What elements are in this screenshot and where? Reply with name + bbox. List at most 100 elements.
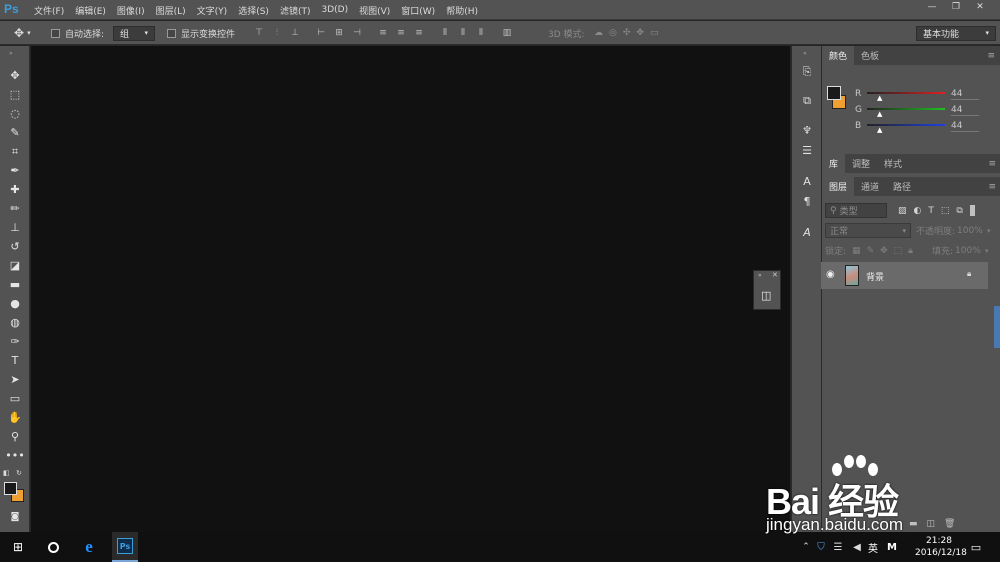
more-tools-icon[interactable]: ••• bbox=[5, 447, 25, 464]
menu-file[interactable]: 文件(F) bbox=[34, 4, 64, 17]
fill-value[interactable]: 100% bbox=[955, 246, 985, 256]
align-top-icon[interactable]: ⊤ bbox=[253, 27, 265, 39]
edge-browser-icon[interactable]: e bbox=[78, 532, 100, 562]
lock-pixels-icon[interactable]: ✎ bbox=[867, 246, 875, 256]
distribute-right-icon[interactable]: ⦀ bbox=[475, 27, 487, 39]
show-hidden-icons-icon[interactable]: ⌃ bbox=[800, 532, 812, 562]
align-right-icon[interactable]: ⊣ bbox=[351, 27, 363, 39]
document-workspace[interactable] bbox=[31, 46, 790, 532]
close-button[interactable]: ✕ bbox=[970, 0, 990, 14]
swap-colors-icon[interactable]: ↻ bbox=[16, 469, 22, 477]
distribute-hcenter-icon[interactable]: ⦀ bbox=[457, 27, 469, 39]
3d-slide-icon[interactable]: ✥ bbox=[636, 28, 644, 38]
distribute-left-icon[interactable]: ⦀ bbox=[439, 27, 451, 39]
align-left-icon[interactable]: ⊢ bbox=[315, 27, 327, 39]
3d-rotate-icon[interactable]: ☁ bbox=[594, 28, 603, 38]
volume-icon[interactable]: ◀︎ bbox=[850, 532, 864, 562]
auto-select-dropdown[interactable]: 组 ▾ bbox=[113, 25, 155, 41]
panel-menu-icon[interactable]: ≡ bbox=[983, 177, 1000, 196]
tab-channels[interactable]: 通道 bbox=[854, 177, 886, 196]
collapse-toolbar-icon[interactable]: » bbox=[9, 50, 13, 57]
pen-tool-icon[interactable]: ✑ bbox=[5, 333, 25, 350]
zoom-tool-icon[interactable]: ⚲ bbox=[5, 428, 25, 445]
opacity-value[interactable]: 100% bbox=[957, 226, 987, 236]
brush-presets-icon[interactable]: ♆ bbox=[799, 122, 815, 138]
auto-align-icon[interactable]: ▥ bbox=[501, 27, 513, 39]
default-colors-icon[interactable]: ◧ bbox=[3, 469, 10, 477]
action-center-icon[interactable]: ▭ bbox=[968, 532, 984, 562]
filter-pixel-icon[interactable]: ▨ bbox=[898, 206, 907, 216]
blue-slider[interactable]: ▲ bbox=[867, 121, 945, 134]
blue-value[interactable]: 44 bbox=[951, 121, 979, 132]
red-slider[interactable]: ▲ bbox=[867, 89, 945, 102]
eyedropper-tool-icon[interactable]: ✒ bbox=[5, 162, 25, 179]
filter-smart-object-icon[interactable]: ⧉ bbox=[956, 206, 962, 216]
distribute-bottom-icon[interactable]: ≡ bbox=[413, 27, 425, 39]
brush-tool-icon[interactable]: ✏ bbox=[5, 200, 25, 217]
properties-panel-icon[interactable]: ⧉ bbox=[799, 93, 815, 109]
menu-image[interactable]: 图像(I) bbox=[117, 4, 145, 17]
ime-mode-icon[interactable]: M bbox=[886, 532, 898, 562]
layer-filter-dropdown[interactable]: ⚲ 类型 bbox=[825, 203, 887, 218]
menu-window[interactable]: 窗口(W) bbox=[401, 4, 435, 17]
align-hcenter-icon[interactable]: ⊞ bbox=[333, 27, 345, 39]
tab-swatches[interactable]: 色板 bbox=[854, 46, 886, 65]
foreground-color-swatch[interactable] bbox=[4, 482, 17, 495]
path-select-tool-icon[interactable]: ➤ bbox=[5, 371, 25, 388]
cortana-search-button[interactable] bbox=[44, 532, 62, 562]
windows-start-icon[interactable]: ⊞ bbox=[8, 532, 28, 562]
menu-3d[interactable]: 3D(D) bbox=[321, 5, 348, 15]
workspace-switcher[interactable]: 基本功能 ▾ bbox=[916, 25, 996, 41]
auto-select-checkbox[interactable] bbox=[51, 28, 60, 38]
menu-view[interactable]: 视图(V) bbox=[359, 4, 390, 17]
green-slider[interactable]: ▲ bbox=[867, 105, 945, 118]
blur-tool-icon[interactable]: ● bbox=[5, 295, 25, 312]
healing-brush-tool-icon[interactable]: ✚ bbox=[5, 181, 25, 198]
filter-type-icon[interactable]: T bbox=[928, 206, 934, 216]
photoshop-taskbar-button[interactable]: Ps bbox=[112, 532, 138, 562]
menu-help[interactable]: 帮助(H) bbox=[446, 4, 478, 17]
new-group-icon[interactable]: ▬ bbox=[909, 519, 918, 529]
hand-tool-icon[interactable]: ✋ bbox=[5, 409, 25, 426]
menu-layer[interactable]: 图层(L) bbox=[156, 4, 186, 17]
glyphs-panel-icon[interactable]: A bbox=[799, 224, 815, 240]
quick-mask-icon[interactable]: ◙ bbox=[5, 508, 25, 525]
panel-scrollbar[interactable] bbox=[994, 306, 1000, 348]
panel-menu-icon[interactable]: ≡ bbox=[983, 154, 1000, 173]
move-tool-preset[interactable]: ✥ ▾ bbox=[14, 21, 31, 45]
dodge-tool-icon[interactable]: ◍ bbox=[5, 314, 25, 331]
clock[interactable]: 21:28 2016/12/18 bbox=[915, 535, 967, 559]
green-value[interactable]: 44 bbox=[951, 105, 979, 116]
tab-color[interactable]: 颜色 bbox=[822, 46, 855, 65]
lock-transparent-icon[interactable]: ▦ bbox=[852, 246, 861, 256]
tab-paths[interactable]: 路径 bbox=[886, 177, 918, 196]
3d-roll-icon[interactable]: ◎ bbox=[609, 28, 617, 38]
layer-name[interactable]: 背景 bbox=[866, 270, 884, 283]
expand-panel-icon[interactable]: » bbox=[758, 272, 762, 279]
eye-icon[interactable]: ◉ bbox=[826, 269, 835, 280]
align-bottom-icon[interactable]: ⊥ bbox=[289, 27, 301, 39]
collapse-strip-icon[interactable]: « bbox=[803, 50, 807, 57]
network-icon[interactable]: ☰ bbox=[831, 532, 845, 562]
show-transform-checkbox[interactable] bbox=[167, 28, 176, 38]
filter-adjustment-icon[interactable]: ◐ bbox=[914, 206, 922, 216]
security-shield-icon[interactable]: ⛉ bbox=[815, 532, 827, 562]
restore-button[interactable]: ❐ bbox=[946, 0, 966, 14]
device-preview-icon[interactable]: ◫ bbox=[761, 289, 771, 302]
type-tool-icon[interactable]: T bbox=[5, 352, 25, 369]
crop-tool-icon[interactable]: ⌗ bbox=[5, 143, 25, 160]
close-icon[interactable]: ✕ bbox=[772, 271, 778, 279]
tab-libraries[interactable]: 库 bbox=[822, 154, 846, 173]
gradient-tool-icon[interactable]: ▬ bbox=[5, 276, 25, 293]
3d-scale-icon[interactable]: ▭ bbox=[650, 28, 659, 38]
trash-icon[interactable]: 🗑︎ bbox=[944, 519, 955, 529]
distribute-top-icon[interactable]: ≡ bbox=[377, 27, 389, 39]
distribute-vcenter-icon[interactable]: ≡ bbox=[395, 27, 407, 39]
red-thumb[interactable]: ▲ bbox=[877, 94, 882, 102]
layer-row[interactable]: ◉ 背景 🔒︎ bbox=[821, 262, 988, 289]
tab-styles[interactable]: 样式 bbox=[877, 154, 909, 173]
new-layer-icon[interactable]: ◫ bbox=[927, 519, 936, 529]
menu-filter[interactable]: 滤镜(T) bbox=[280, 4, 311, 17]
3d-drag-icon[interactable]: ✣ bbox=[623, 28, 631, 38]
paragraph-panel-icon[interactable]: ¶ bbox=[799, 193, 815, 209]
